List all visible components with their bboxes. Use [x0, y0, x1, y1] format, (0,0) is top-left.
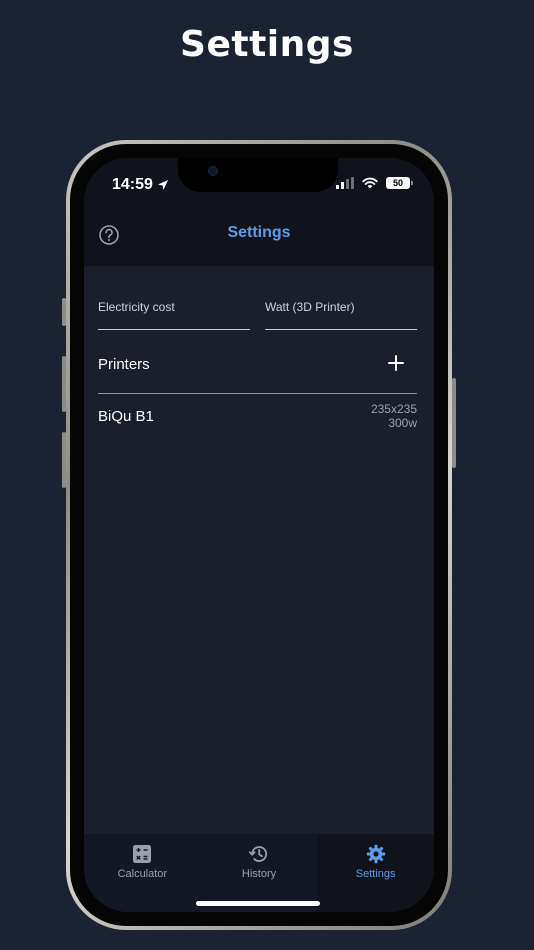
home-indicator[interactable]	[196, 901, 320, 906]
printer-specs: 235x235 300w	[371, 402, 417, 430]
printer-name: BiQu B1	[98, 408, 154, 425]
status-icons: 50	[336, 177, 413, 189]
page-heading: Settings	[180, 24, 354, 65]
status-time-text: 14:59	[112, 176, 153, 193]
electricity-cost-input[interactable]	[98, 300, 250, 314]
power-button	[452, 378, 456, 468]
electricity-cost-field[interactable]	[98, 266, 250, 330]
location-arrow-icon	[157, 180, 168, 190]
status-bar: 14:59 50	[84, 158, 434, 210]
printers-label: Printers	[98, 356, 150, 373]
cellular-signal-icon	[336, 177, 354, 189]
gear-icon	[366, 844, 385, 864]
app-screen: 14:59 50 Settings Electricity cost Watt …	[84, 158, 434, 912]
battery-level: 50	[392, 178, 403, 188]
printer-bed-size: 235x235	[370, 402, 417, 416]
watt-input[interactable]	[265, 300, 417, 314]
tab-settings-label: Settings	[355, 868, 396, 880]
settings-content: Printers BiQu B1 235x235 300w	[84, 266, 434, 834]
notch	[178, 158, 338, 192]
printers-header: Printers	[98, 336, 417, 394]
watt-field[interactable]	[265, 266, 417, 330]
battery-icon: 50	[386, 177, 413, 189]
status-time: 14:59	[112, 176, 169, 194]
phone-frame: 14:59 50 Settings Electricity cost Watt …	[66, 140, 452, 930]
tab-calculator[interactable]: Calculator	[84, 834, 201, 912]
printer-power: 300w	[388, 416, 417, 430]
nav-bar: Settings	[84, 210, 434, 266]
wifi-icon	[362, 177, 378, 189]
front-camera	[208, 166, 218, 176]
printer-list-item[interactable]: BiQu B1 235x235 300w	[98, 398, 417, 438]
plus-icon[interactable]	[387, 354, 405, 372]
tab-settings[interactable]: Settings	[317, 834, 434, 912]
history-icon	[249, 846, 268, 862]
tab-calculator-label: Calculator	[117, 868, 168, 880]
calculator-icon	[133, 845, 152, 863]
phone-bezel: 14:59 50 Settings Electricity cost Watt …	[70, 144, 448, 926]
tab-history-label: History	[241, 868, 277, 880]
nav-title: Settings	[227, 224, 291, 241]
